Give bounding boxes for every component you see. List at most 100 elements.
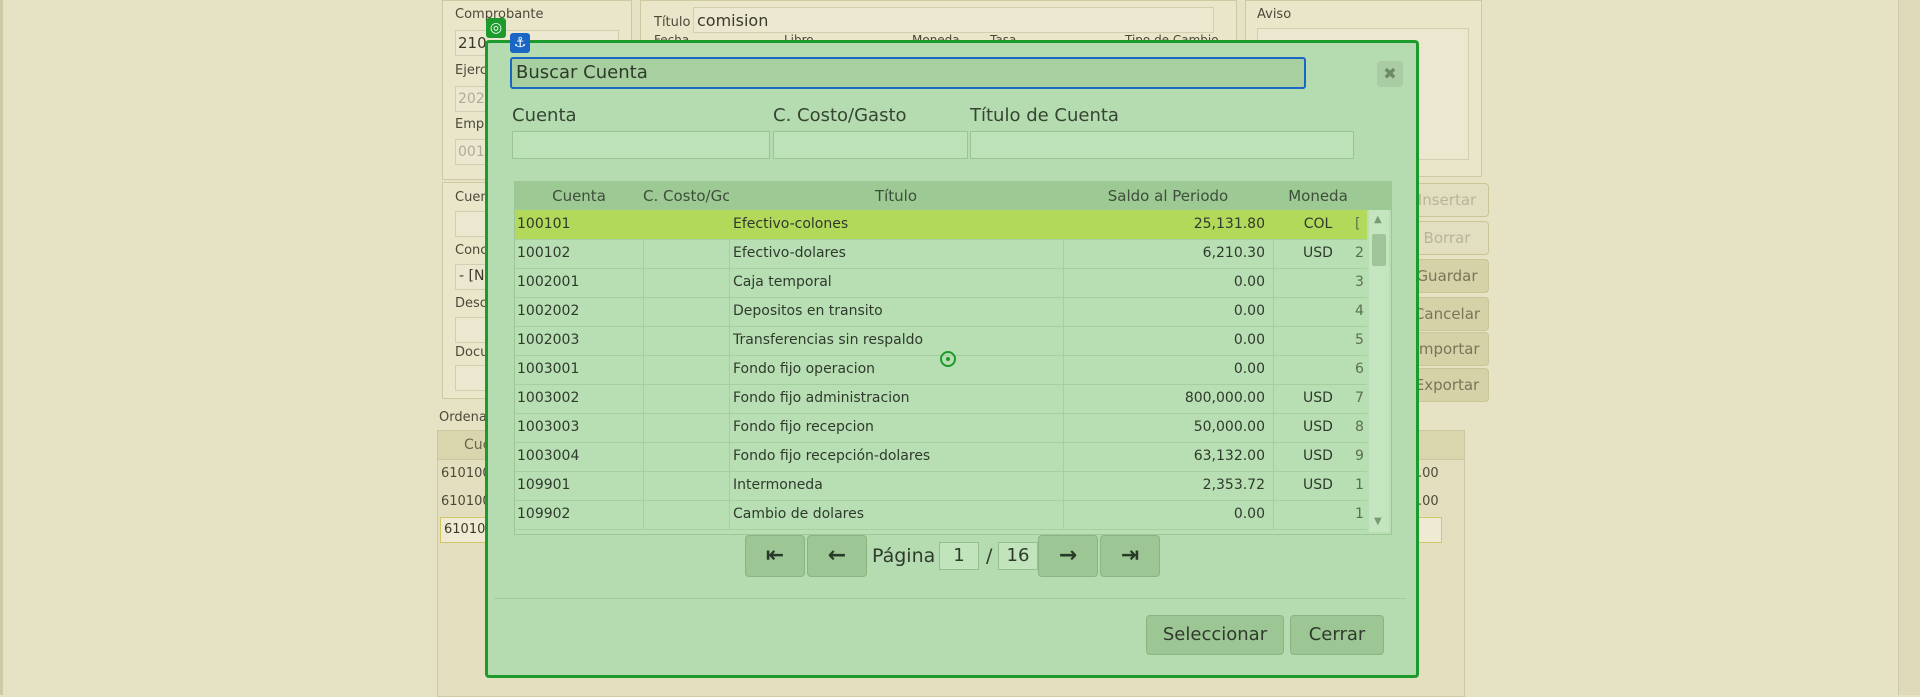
filter-costo-input[interactable] <box>773 131 968 159</box>
header-cuenta[interactable]: Cuenta <box>515 187 643 205</box>
close-icon[interactable]: ✖ <box>1377 61 1403 87</box>
cell-cuenta: 1003001 <box>517 361 580 377</box>
scroll-thumb[interactable] <box>1372 234 1386 266</box>
cell-titulo: Cambio de dolares <box>733 506 865 522</box>
header-saldo[interactable]: Saldo al Periodo <box>1063 187 1273 205</box>
first-page-button[interactable]: ⇤ <box>745 535 805 577</box>
cell-saldo: 50,000.00 <box>1193 419 1265 435</box>
cell-moneda: USD <box>1303 390 1333 406</box>
column-divider <box>729 239 730 529</box>
label-aviso: Aviso <box>1257 7 1292 22</box>
label-concepto: Conc <box>455 243 488 258</box>
cerrar-button[interactable]: Cerrar <box>1290 615 1384 655</box>
cell-titulo: Fondo fijo administracion <box>733 390 910 406</box>
cell-cuenta: 109901 <box>517 477 571 493</box>
cell-tail: 3 <box>1355 274 1364 290</box>
filter-cuenta-label: Cuenta <box>512 105 577 126</box>
ejercicio-value: 202 <box>458 91 485 107</box>
column-divider <box>1273 239 1274 529</box>
header-moneda[interactable]: Moneda <box>1273 187 1363 205</box>
column-divider <box>1063 239 1064 529</box>
next-page-button[interactable]: → <box>1038 535 1098 577</box>
cell-saldo: 0.00 <box>1233 361 1265 377</box>
left-edge <box>0 0 3 695</box>
cell-moneda: USD <box>1303 477 1333 493</box>
filter-titulo-label: Título de Cuenta <box>970 105 1119 126</box>
linea-row-2[interactable]: 610100 <box>441 494 491 509</box>
first-page-icon: ⇤ <box>765 543 785 568</box>
filter-costo-label: C. Costo/Gasto <box>773 105 907 126</box>
cell-titulo: Transferencias sin respaldo <box>733 332 924 348</box>
label-ordenar: Ordena <box>439 410 487 425</box>
label-documento: Docu <box>455 345 489 360</box>
label-titulo: Título <box>654 15 691 30</box>
cell-moneda: USD <box>1303 448 1333 464</box>
cell-titulo: Caja temporal <box>733 274 832 290</box>
arrow-left-icon: ← <box>827 543 847 568</box>
crosshair-icon <box>940 351 956 367</box>
cell-titulo: Fondo fijo recepcion <box>733 419 874 435</box>
linea-right-1: .00 <box>1418 466 1439 481</box>
cell-saldo: 800,000.00 <box>1184 390 1265 406</box>
page-scrollbar[interactable] <box>1898 0 1920 695</box>
cell-titulo: Fondo fijo operacion <box>733 361 876 377</box>
cell-cuenta: 1003002 <box>517 390 580 406</box>
cell-cuenta: 100102 <box>517 245 571 261</box>
table-row[interactable]: 100101 Efectivo-colones 25,131.80 COL [ <box>515 210 1367 240</box>
header-costo[interactable]: C. Costo/Gc <box>643 187 729 205</box>
cell-saldo: 25,131.80 <box>1193 216 1265 232</box>
page-total: 16 <box>998 542 1038 570</box>
cell-titulo: Efectivo-dolares <box>733 245 846 261</box>
concepto-value: - [N <box>459 268 485 284</box>
column-divider <box>643 239 644 529</box>
cell-saldo: 63,132.00 <box>1193 448 1265 464</box>
prev-page-button[interactable]: ← <box>807 535 867 577</box>
cell-tail: 6 <box>1355 361 1364 377</box>
last-page-icon: ⇥ <box>1120 543 1140 568</box>
label-ejercicio: Ejerc <box>455 63 488 78</box>
page-current-input[interactable]: 1 <box>939 542 979 570</box>
cell-saldo: 0.00 <box>1233 332 1265 348</box>
cell-cuenta: 1002003 <box>517 332 580 348</box>
cell-cuenta: 1003003 <box>517 419 580 435</box>
grid-scrollbar[interactable]: ▲ ▼ <box>1369 210 1389 532</box>
page-separator: / <box>986 545 993 567</box>
cell-tail: 4 <box>1355 303 1364 319</box>
filter-titulo-input[interactable] <box>970 131 1354 159</box>
field-titulo[interactable]: comision <box>693 7 1214 33</box>
cell-tail: 5 <box>1355 332 1364 348</box>
cell-tail: 1 <box>1355 477 1364 493</box>
cell-saldo: 0.00 <box>1233 274 1265 290</box>
scroll-up-icon[interactable]: ▲ <box>1374 214 1382 225</box>
cell-tail: 2 <box>1355 245 1364 261</box>
arrow-right-icon: → <box>1058 543 1078 568</box>
page-label: Página <box>872 545 936 567</box>
last-page-button[interactable]: ⇥ <box>1100 535 1160 577</box>
header-titulo[interactable]: Título <box>729 187 1063 205</box>
cell-tail: 9 <box>1355 448 1364 464</box>
label-cuenta: Cuen <box>455 190 489 205</box>
cell-saldo: 0.00 <box>1233 506 1265 522</box>
cell-tail: [ <box>1355 216 1361 232</box>
cell-titulo: Intermoneda <box>733 477 823 493</box>
cell-saldo: 6,210.30 <box>1202 245 1265 261</box>
cell-cuenta: 1003004 <box>517 448 580 464</box>
empresa-value: 001 <box>458 144 485 160</box>
cell-tail: 7 <box>1355 390 1364 406</box>
cell-tail: 8 <box>1355 419 1364 435</box>
cell-titulo: Fondo fijo recepción-dolares <box>733 448 931 464</box>
cell-moneda: COL <box>1303 216 1333 232</box>
dialog-title-bar[interactable]: Buscar Cuenta <box>510 57 1306 89</box>
linea-row-1[interactable]: 610100 <box>441 466 491 481</box>
label-descripcion: Desc <box>455 296 487 311</box>
seleccionar-button[interactable]: Seleccionar <box>1146 615 1284 655</box>
scroll-down-icon[interactable]: ▼ <box>1374 516 1382 527</box>
dialog-title: Buscar Cuenta <box>516 62 648 83</box>
filter-cuenta-input[interactable] <box>512 131 770 159</box>
anchor-icon: ⚓ <box>510 33 530 53</box>
comprobante-value: 210 <box>458 34 487 52</box>
cell-moneda: USD <box>1303 245 1333 261</box>
cell-cuenta: 1002002 <box>517 303 580 319</box>
cell-titulo: Efectivo-colones <box>733 216 849 232</box>
cell-tail: 1 <box>1355 506 1364 522</box>
